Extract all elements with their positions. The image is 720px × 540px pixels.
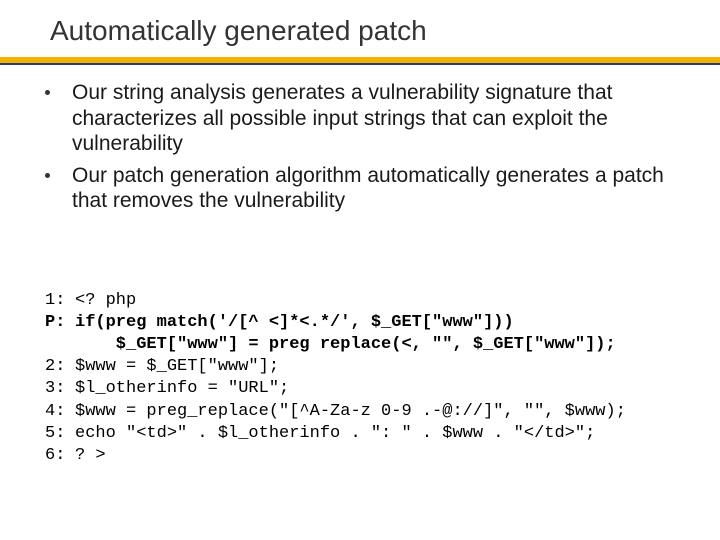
code-line-label: 5: [45,423,75,445]
divider-blue [0,63,720,65]
code-line: <? php [75,291,136,310]
bullet-dot-icon [45,90,50,95]
bullet-text: Our patch generation algorithm automatic… [72,163,685,214]
slide: Automatically generated patch Our string… [0,0,720,540]
bullet-list: Our string analysis generates a vulnerab… [45,80,685,220]
code-line: $www = preg_replace("[^A-Za-z 0-9 .-@://… [75,402,626,421]
slide-title: Automatically generated patch [50,15,427,47]
code-line-label: 6: [45,445,75,467]
bullet-text: Our string analysis generates a vulnerab… [72,80,685,157]
code-line-label: P: [45,312,75,334]
code-line: ? > [75,446,106,465]
code-line-label [45,334,75,356]
code-line: $www = $_GET["www"]; [75,357,279,376]
code-block: 1:<? php P:if(preg match('/[^ <]*<.*/', … [45,268,685,489]
bullet-item: Our patch generation algorithm automatic… [45,163,685,214]
code-line: echo "<td>" . $l_otherinfo . ": " . $www… [75,424,595,443]
code-line: if(preg match('/[^ <]*<.*/', $_GET["www"… [75,313,514,332]
code-line-label: 4: [45,401,75,423]
code-line-label: 1: [45,290,75,312]
code-line-label: 3: [45,378,75,400]
bullet-item: Our string analysis generates a vulnerab… [45,80,685,157]
code-line: $l_otherinfo = "URL"; [75,379,289,398]
code-line-label: 2: [45,356,75,378]
code-line: $_GET["www"] = preg replace(<, "", $_GET… [75,335,616,354]
bullet-dot-icon [45,173,50,178]
